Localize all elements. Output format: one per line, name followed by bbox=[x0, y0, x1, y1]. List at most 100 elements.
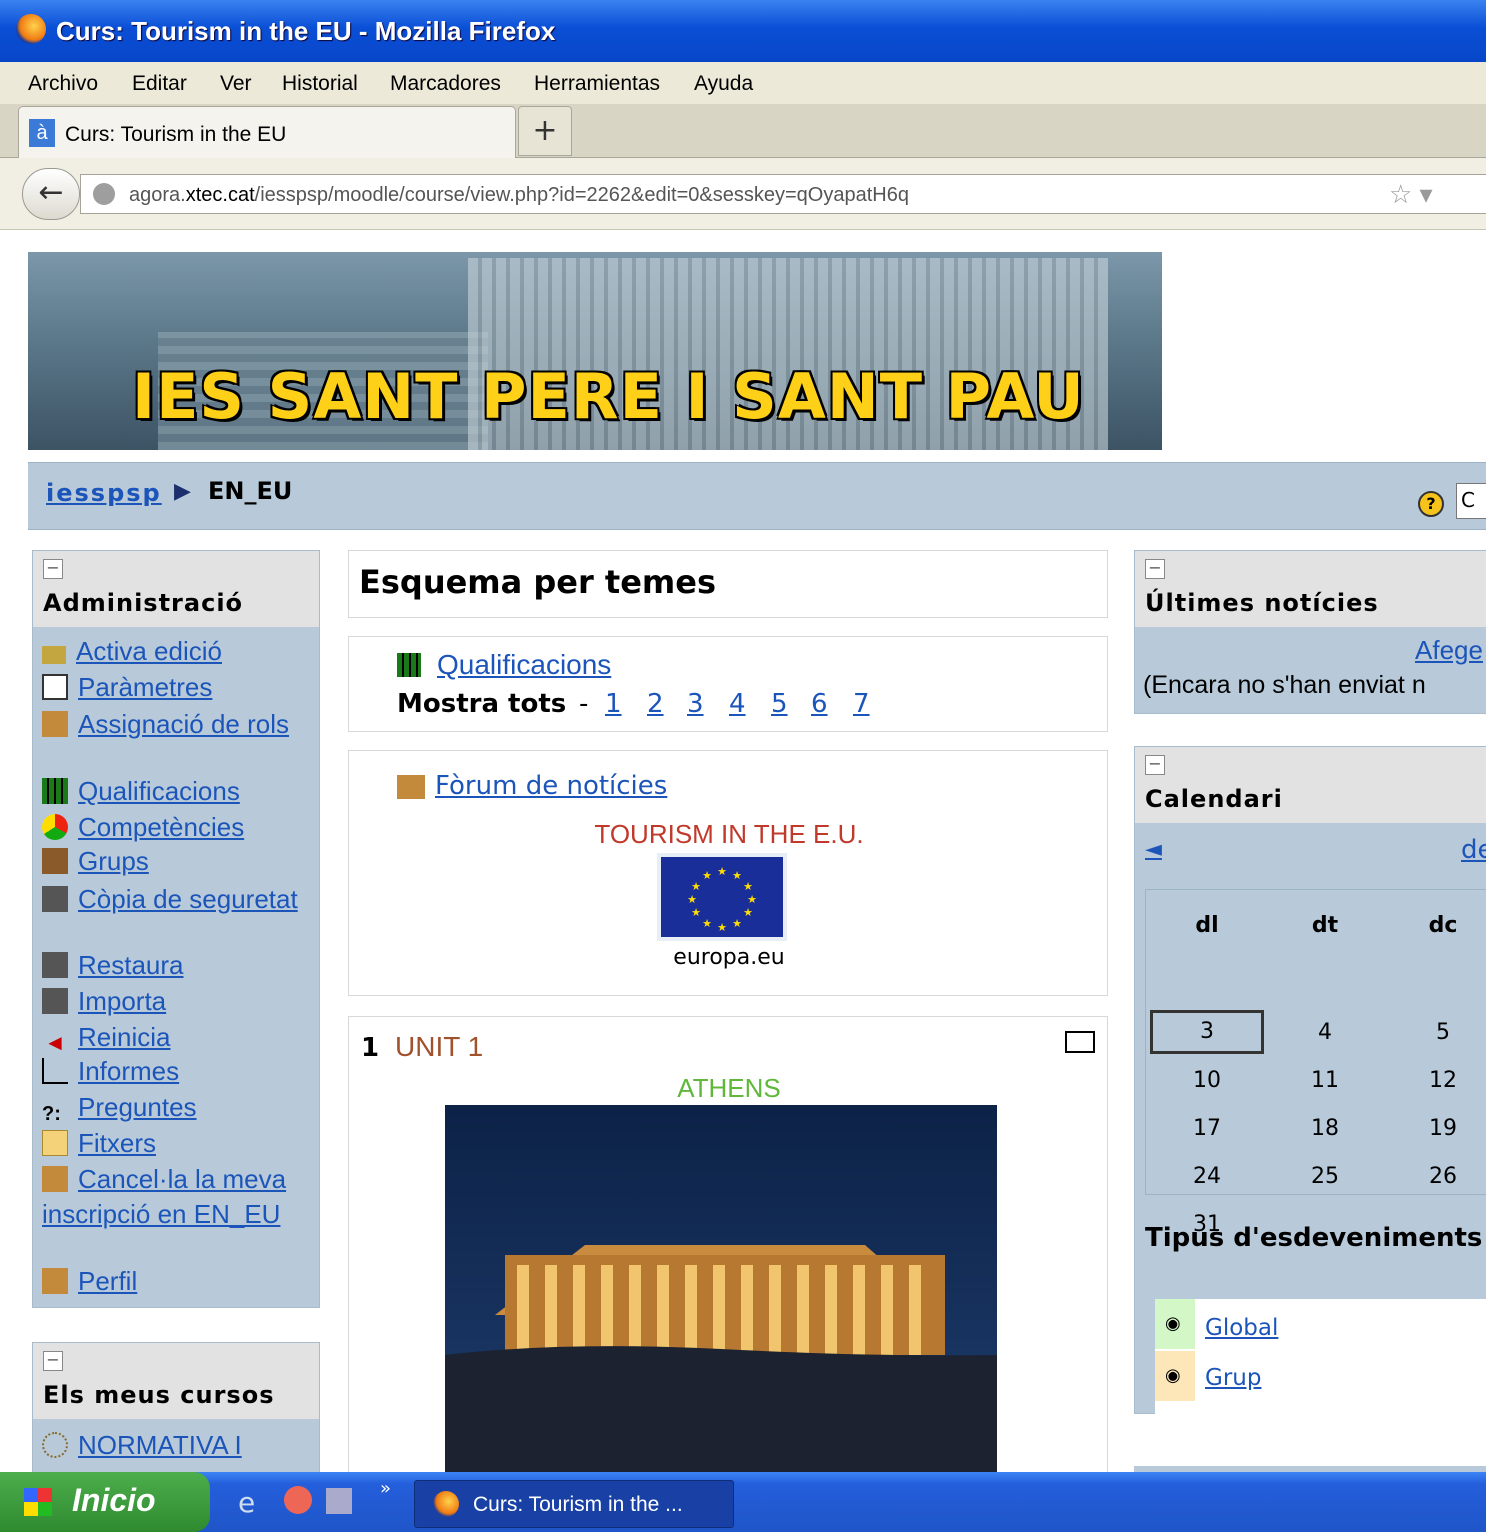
admin-item-profile[interactable]: Perfil bbox=[42, 1266, 137, 1297]
admin-item-restore[interactable]: Restaura bbox=[42, 950, 184, 981]
firefox-icon bbox=[16, 14, 46, 44]
chart-icon bbox=[42, 1058, 68, 1084]
show-all-label[interactable]: Mostra tots bbox=[397, 689, 566, 719]
grades-icon bbox=[42, 778, 68, 804]
add-news-link[interactable]: Afege bbox=[1415, 635, 1483, 666]
chevron-icon[interactable]: » bbox=[380, 1478, 391, 1499]
admin-item-import[interactable]: Importa bbox=[42, 986, 166, 1017]
banner-title: IES SANT PERE I SANT PAU bbox=[132, 360, 1085, 433]
course-item[interactable]: NORMATIVA I bbox=[42, 1430, 242, 1461]
admin-item-competences[interactable]: Competències bbox=[42, 812, 244, 843]
role-select[interactable]: C bbox=[1456, 483, 1486, 519]
calendar-day[interactable]: 18 bbox=[1266, 1104, 1384, 1152]
navigation-toolbar: ← agora.xtec.cat/iesspsp/moodle/course/v… bbox=[0, 158, 1486, 230]
new-tab-button[interactable]: + bbox=[518, 106, 572, 156]
collapse-icon[interactable]: − bbox=[1145, 559, 1165, 579]
admin-block-header: − Administració bbox=[33, 551, 319, 627]
admin-item-reports[interactable]: Informes bbox=[42, 1056, 179, 1087]
page-link-7[interactable]: 7 bbox=[853, 689, 870, 719]
admin-item-questions[interactable]: ?: Preguntes bbox=[42, 1092, 197, 1129]
course-icon bbox=[42, 1432, 68, 1458]
admin-item-backup[interactable]: Còpia de seguretat bbox=[42, 882, 312, 916]
page-link-4[interactable]: 4 bbox=[729, 689, 746, 719]
svg-text:★: ★ bbox=[702, 917, 712, 930]
taskbar-window-button[interactable]: Curs: Tourism in the ... bbox=[414, 1480, 734, 1528]
collapse-icon[interactable]: − bbox=[1145, 755, 1165, 775]
breadcrumb-separator: ▶ bbox=[174, 479, 191, 504]
menu-archivo[interactable]: Archivo bbox=[28, 72, 98, 96]
grades-link[interactable]: Qualificacions bbox=[437, 649, 611, 681]
eye-icon[interactable]: ◉ bbox=[1165, 1365, 1181, 1386]
import-icon bbox=[42, 988, 68, 1014]
taskbar: Inicio e » Curs: Tourism in the ... bbox=[0, 1472, 1486, 1532]
calendar-day[interactable]: 11 bbox=[1266, 1056, 1384, 1104]
admin-item-reset[interactable]: ◄ Reinicia bbox=[42, 1022, 170, 1056]
menu-ver[interactable]: Ver bbox=[220, 72, 252, 96]
page-link-2[interactable]: 2 bbox=[647, 689, 664, 719]
menu-marcadores[interactable]: Marcadores bbox=[390, 72, 501, 96]
app-icon[interactable] bbox=[326, 1488, 352, 1514]
page-link-6[interactable]: 6 bbox=[811, 689, 828, 719]
start-button[interactable]: Inicio bbox=[0, 1472, 210, 1532]
pencil-icon bbox=[42, 646, 66, 664]
admin-item-files[interactable]: Fitxers bbox=[42, 1128, 156, 1159]
svg-text:★: ★ bbox=[732, 917, 742, 930]
calendar-grid: dl dt dc 345 10 11 12 17 18 19 24 25 26 31 bbox=[1145, 889, 1486, 1237]
backup-icon bbox=[42, 886, 68, 912]
person-icon bbox=[42, 1166, 68, 1192]
event-type-global[interactable]: Global bbox=[1205, 1315, 1278, 1341]
svg-text:★: ★ bbox=[691, 880, 701, 893]
back-button[interactable]: ← bbox=[22, 168, 80, 220]
forum-link[interactable]: Fòrum de notícies bbox=[435, 771, 667, 801]
svg-text:★: ★ bbox=[743, 880, 753, 893]
folder-icon bbox=[42, 1130, 68, 1156]
calendar-day-today[interactable]: 3 bbox=[1148, 1008, 1266, 1056]
pages-dash: - bbox=[579, 689, 589, 719]
admin-item-roles[interactable]: Assignació de rols bbox=[42, 706, 312, 742]
calendar-day[interactable]: 19 bbox=[1384, 1104, 1486, 1152]
calendar-next-link[interactable]: de bbox=[1461, 835, 1486, 865]
menu-historial[interactable]: Historial bbox=[282, 72, 358, 96]
calendar-day[interactable]: 24 bbox=[1148, 1152, 1266, 1200]
breadcrumb-home-link[interactable]: iesspsp bbox=[46, 479, 162, 507]
admin-block-title: Administració bbox=[43, 589, 244, 617]
calendar-day[interactable]: 4 bbox=[1266, 1008, 1384, 1056]
taskbar-window-label: Curs: Tourism in the ... bbox=[473, 1493, 683, 1516]
collapse-icon[interactable]: − bbox=[43, 1351, 63, 1371]
admin-item-groups[interactable]: Grups bbox=[42, 846, 149, 877]
menu-herramientas[interactable]: Herramientas bbox=[534, 72, 660, 96]
menu-ayuda[interactable]: Ayuda bbox=[694, 72, 753, 96]
page-link-3[interactable]: 3 bbox=[687, 689, 704, 719]
menu-editar[interactable]: Editar bbox=[132, 72, 187, 96]
mycourses-block-header: − Els meus cursos bbox=[33, 1343, 319, 1419]
admin-item-edit[interactable]: Activa edició bbox=[42, 636, 222, 667]
admin-item-settings[interactable]: Paràmetres bbox=[42, 672, 212, 703]
eye-icon[interactable]: ◉ bbox=[1165, 1313, 1181, 1334]
collapse-icon[interactable]: − bbox=[43, 559, 63, 579]
bookmark-star-icon[interactable]: ☆ ▾ bbox=[1389, 179, 1433, 210]
admin-item-unenrol[interactable]: Cancel·la la meva inscripció en EN_EU bbox=[42, 1162, 314, 1232]
svg-text:★: ★ bbox=[732, 869, 742, 882]
calendar-day[interactable]: 10 bbox=[1148, 1056, 1266, 1104]
admin-item-grades[interactable]: Qualificacions bbox=[42, 776, 240, 807]
calendar-day[interactable]: 12 bbox=[1384, 1056, 1486, 1104]
help-icon[interactable]: ? bbox=[1418, 491, 1444, 517]
tab-active[interactable]: à Curs: Tourism in the EU bbox=[18, 106, 516, 158]
mycourses-block-title: Els meus cursos bbox=[43, 1381, 275, 1409]
eu-flag-icon[interactable]: ★ ★★★★★★★★★★★ bbox=[657, 853, 787, 941]
ie-icon[interactable]: e bbox=[238, 1486, 255, 1519]
calendar-block-header: − Calendari bbox=[1135, 747, 1486, 823]
calendar-day[interactable]: 5 bbox=[1384, 1008, 1486, 1056]
highlight-toggle-icon[interactable] bbox=[1065, 1031, 1095, 1053]
calendar-day[interactable]: 17 bbox=[1148, 1104, 1266, 1152]
calendar-day[interactable]: 26 bbox=[1384, 1152, 1486, 1200]
app-icon[interactable] bbox=[284, 1486, 312, 1514]
calendar-prev-link[interactable]: ◄ bbox=[1145, 837, 1162, 862]
page-link-1[interactable]: 1 bbox=[605, 689, 622, 719]
grades-icon bbox=[397, 653, 421, 677]
event-type-group[interactable]: Grup bbox=[1205, 1365, 1261, 1391]
calendar-day[interactable]: 25 bbox=[1266, 1152, 1384, 1200]
page-link-5[interactable]: 5 bbox=[771, 689, 788, 719]
news-block-title: Últimes notícies bbox=[1145, 589, 1379, 617]
url-bar[interactable]: agora.xtec.cat/iesspsp/moodle/course/vie… bbox=[80, 174, 1486, 214]
